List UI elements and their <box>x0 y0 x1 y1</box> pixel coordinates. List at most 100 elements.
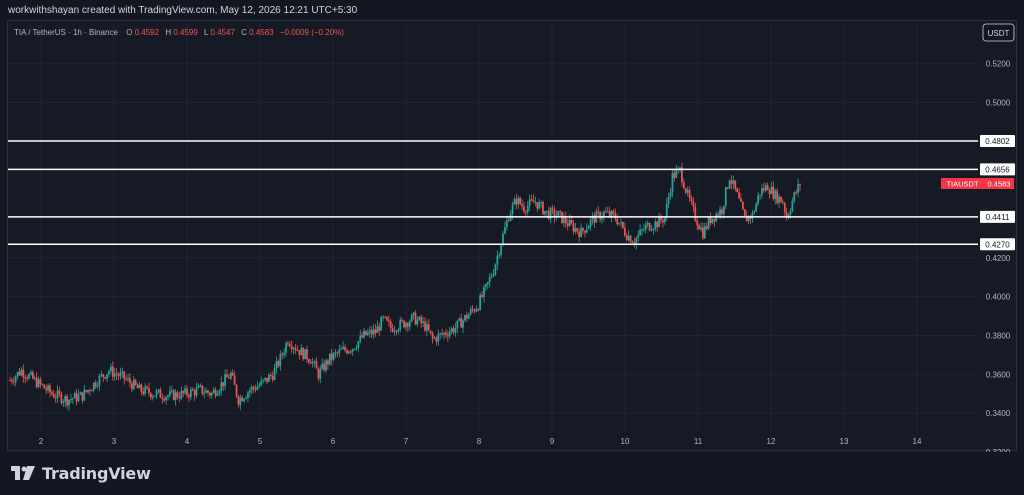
time-axis-label: 8 <box>477 437 482 446</box>
candle-body <box>637 234 640 238</box>
candle-body <box>422 321 424 324</box>
candle-body <box>319 368 322 379</box>
candle-body <box>536 202 539 209</box>
candle-body <box>568 219 571 227</box>
candle-body <box>521 203 523 207</box>
candle-body <box>780 196 782 203</box>
candle-body <box>245 397 247 399</box>
candle-body <box>429 330 432 334</box>
candle-body <box>768 190 771 194</box>
candle-body <box>306 349 308 360</box>
candle-body <box>85 389 88 392</box>
candle-body <box>313 361 316 363</box>
candle-body <box>264 377 266 380</box>
horizontal-lines[interactable]: 0.4802 0.4656 0.4411 0.4270 <box>8 134 1015 251</box>
time-axis[interactable]: 2 3 4 5 6 7 8 9 10 11 12 13 14 <box>39 437 922 446</box>
candle-body <box>435 337 438 342</box>
candle-body <box>391 328 394 332</box>
candle-body <box>229 372 232 379</box>
candle-body <box>665 203 668 218</box>
candle-body <box>260 380 263 386</box>
candlestick-chart[interactable]: 0.4802 0.4656 0.4411 0.4270 TIA / TetherUS … <box>8 21 1018 452</box>
candle-body <box>81 392 84 401</box>
candle-body <box>426 324 428 331</box>
price-axis[interactable]: 0.32000.34000.36000.38000.40000.42000.50… <box>986 60 1011 452</box>
price-axis-label: 0.3400 <box>986 409 1011 418</box>
candle-body <box>500 245 503 255</box>
candle-body <box>728 180 731 189</box>
candle-body <box>656 221 659 228</box>
candle-body <box>684 188 687 193</box>
candle-body <box>696 220 699 226</box>
price-axis-label: 0.4000 <box>986 293 1011 302</box>
candle-body <box>258 385 261 387</box>
candle-body <box>49 385 51 393</box>
candle-body <box>104 376 107 379</box>
candle-body <box>199 385 202 387</box>
candle-body <box>496 255 499 265</box>
candle-body <box>197 386 200 388</box>
candle-body <box>321 363 324 369</box>
candle-body <box>239 397 242 405</box>
candle-body <box>791 201 794 211</box>
candle-body <box>155 391 158 396</box>
last-price-symbol: TIAUSDT <box>946 179 979 188</box>
candle-body <box>125 378 127 380</box>
candle-body <box>462 320 464 328</box>
candle-body <box>427 324 430 331</box>
candle-body <box>344 347 346 351</box>
candle-body <box>142 391 145 394</box>
candle-body <box>742 201 744 210</box>
candle-body <box>393 330 396 332</box>
candle-body <box>214 389 217 396</box>
candle-body <box>205 390 207 393</box>
candle-body <box>494 264 497 275</box>
candle-body <box>285 343 287 353</box>
candle-body <box>302 348 305 360</box>
candle-body <box>629 235 632 243</box>
candle-body <box>589 219 592 226</box>
candle-body <box>650 230 653 232</box>
candle-body <box>580 227 582 238</box>
candle-body <box>130 383 133 390</box>
candle-body <box>307 359 310 362</box>
candle-body <box>623 227 626 236</box>
currency-button[interactable]: USDT <box>982 23 1015 42</box>
candle-body <box>140 384 143 392</box>
candle-body <box>170 390 173 392</box>
chart-legend: TIA / TetherUS · 1h · Binance O 0.4592 H… <box>14 28 344 37</box>
candle-body <box>764 185 767 191</box>
candle-body <box>31 372 34 379</box>
candle-body <box>519 197 522 204</box>
candle-body <box>694 206 697 221</box>
last-price-value: 0.4583 <box>988 179 1011 188</box>
candle-body <box>235 384 238 397</box>
candle-body <box>648 223 651 231</box>
candle-body <box>473 309 476 312</box>
candle-body <box>188 395 190 398</box>
candle-body <box>485 284 487 288</box>
candle-body <box>762 188 765 191</box>
candle-body <box>349 351 352 353</box>
candle-body <box>300 348 303 356</box>
candle-body <box>397 329 400 332</box>
candle-body <box>47 385 49 391</box>
price-axis-label: 0.3800 <box>986 332 1011 341</box>
legend-open-label: O <box>126 28 132 37</box>
candle-body <box>90 390 93 392</box>
candle-body <box>692 201 695 207</box>
candle-body <box>66 396 68 406</box>
candle-body <box>363 330 365 338</box>
candle-body <box>176 392 179 398</box>
candle-body <box>37 379 40 388</box>
candle-body <box>129 378 131 384</box>
tradingview-logo[interactable]: TradingView <box>10 462 151 484</box>
chart-panel[interactable]: 0.4802 0.4656 0.4411 0.4270 TIA / TetherUS … <box>7 20 1018 452</box>
candle-body <box>262 379 265 381</box>
candle-body <box>625 235 628 241</box>
candle-body <box>465 315 468 319</box>
candle-body <box>469 309 472 315</box>
candle-body <box>433 337 436 339</box>
candle-body <box>117 374 120 377</box>
legend-low-label: L <box>204 28 209 37</box>
